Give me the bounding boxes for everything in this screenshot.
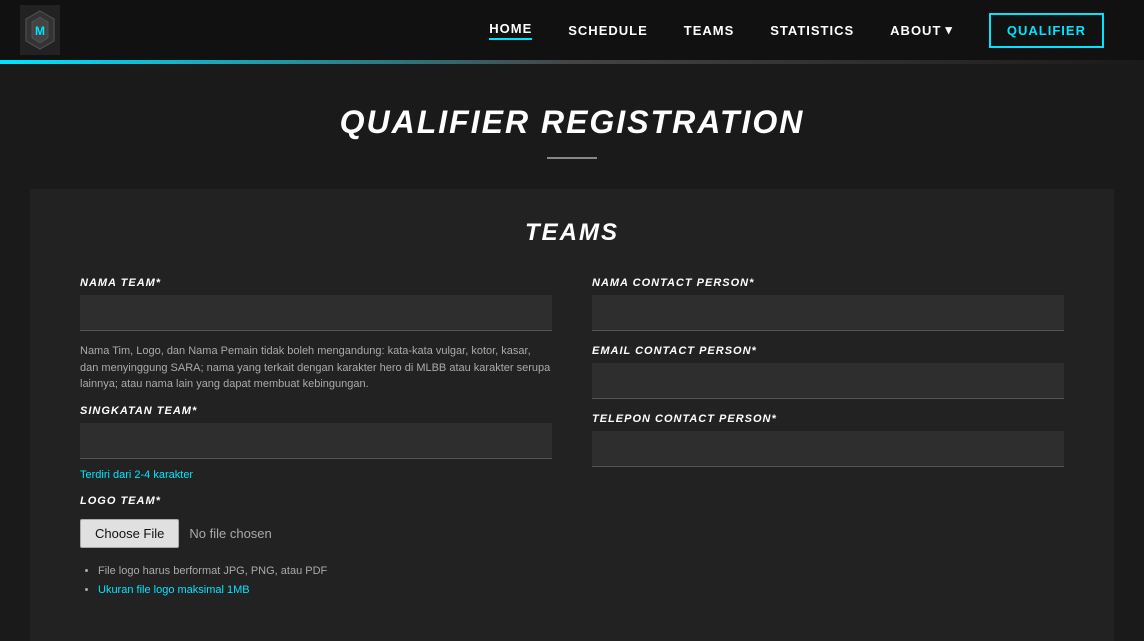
telepon-contact-input[interactable] xyxy=(592,431,1064,467)
form-grid: NAMA TEAM* Nama Tim, Logo, dan Nama Pema… xyxy=(80,277,1064,601)
nama-team-note: Nama Tim, Logo, dan Nama Pemain tidak bo… xyxy=(80,343,552,393)
telepon-contact-label: TELEPON CONTACT PERSON* xyxy=(592,413,1064,425)
registration-form-section: TEAMS NAMA TEAM* Nama Tim, Logo, dan Nam… xyxy=(30,189,1114,641)
file-requirements: File logo harus berformat JPG, PNG, atau… xyxy=(80,562,552,602)
section-title: TEAMS xyxy=(80,219,1064,247)
nav-links: HOME SCHEDULE TEAMS STATISTICS ABOUT ▾ Q… xyxy=(489,13,1104,48)
nav-statistics[interactable]: STATISTICS xyxy=(770,23,854,38)
email-contact-label: EMAIL CONTACT PERSON* xyxy=(592,345,1064,357)
logo-team-label: LOGO TEAM* xyxy=(80,495,552,507)
chevron-down-icon: ▾ xyxy=(945,22,953,38)
nama-contact-label: NAMA CONTACT PERSON* xyxy=(592,277,1064,289)
nama-team-group: NAMA TEAM* Nama Tim, Logo, dan Nama Pema… xyxy=(80,277,552,405)
page-title-section: QUALIFIER REGISTRATION xyxy=(0,64,1144,189)
qualifier-button[interactable]: QUALIFIER xyxy=(989,13,1104,48)
nav-home[interactable]: HOME xyxy=(489,21,532,40)
singkatan-team-group: SINGKATAN TEAM* Terdiri dari 2-4 karakte… xyxy=(80,405,552,481)
form-right-column: NAMA CONTACT PERSON* EMAIL CONTACT PERSO… xyxy=(592,277,1064,601)
nama-team-input[interactable] xyxy=(80,295,552,331)
navbar: M HOME SCHEDULE TEAMS STATISTICS ABOUT ▾… xyxy=(0,0,1144,60)
file-upload-wrapper: Choose File No file chosen xyxy=(80,519,552,548)
nav-schedule[interactable]: SCHEDULE xyxy=(568,23,648,38)
email-contact-input[interactable] xyxy=(592,363,1064,399)
nama-team-label: NAMA TEAM* xyxy=(80,277,552,289)
site-logo: M xyxy=(20,5,60,55)
logo-team-group: LOGO TEAM* Choose File No file chosen Fi… xyxy=(80,495,552,602)
singkatan-team-label: SINGKATAN TEAM* xyxy=(80,405,552,417)
title-divider xyxy=(547,157,597,159)
file-req-1: File logo harus berformat JPG, PNG, atau… xyxy=(98,562,552,582)
form-left-column: NAMA TEAM* Nama Tim, Logo, dan Nama Pema… xyxy=(80,277,552,601)
choose-file-button[interactable]: Choose File xyxy=(80,519,179,548)
singkatan-note: Terdiri dari 2-4 karakter xyxy=(80,469,552,481)
page-title: QUALIFIER REGISTRATION xyxy=(20,104,1124,141)
nama-contact-input[interactable] xyxy=(592,295,1064,331)
nama-contact-group: NAMA CONTACT PERSON* xyxy=(592,277,1064,331)
file-chosen-text: No file chosen xyxy=(189,526,271,541)
file-req-2: Ukuran file logo maksimal 1MB xyxy=(98,581,552,601)
email-contact-group: EMAIL CONTACT PERSON* xyxy=(592,345,1064,399)
singkatan-team-input[interactable] xyxy=(80,423,552,459)
nav-teams[interactable]: TEAMS xyxy=(684,23,735,38)
telepon-contact-group: TELEPON CONTACT PERSON* xyxy=(592,413,1064,467)
nav-about[interactable]: ABOUT ▾ xyxy=(890,22,953,38)
svg-text:M: M xyxy=(35,24,45,38)
